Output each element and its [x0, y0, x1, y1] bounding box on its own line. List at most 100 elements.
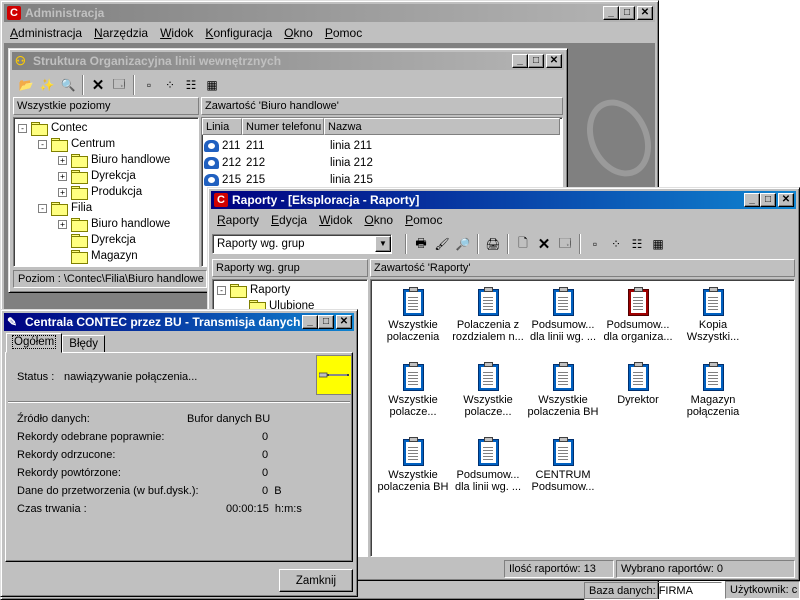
tree-node-filia-biuro-handlowe[interactable]: + Biuro handlowe — [58, 216, 170, 232]
report-label: Podsumow... dla linii wg. ... — [454, 469, 522, 493]
menu-pomoc[interactable]: Pomoc — [399, 213, 448, 227]
report-item[interactable]: Wszystkie polaczenia BH — [523, 361, 603, 418]
transfer-close-button[interactable]: ✕ — [336, 315, 352, 329]
report-item[interactable]: Wszystkie polaczenia BH — [373, 436, 453, 493]
report-clipboard-icon — [402, 286, 424, 316]
struct-close-button[interactable]: ✕ — [546, 54, 562, 68]
report-item[interactable]: Dyrektor — [598, 361, 678, 406]
menu-narzedzia[interactable]: Narzędzia — [88, 26, 154, 40]
tree-node-contec[interactable]: - Contec — [18, 120, 87, 136]
menu-widok[interactable]: Widok — [154, 26, 199, 40]
tree-node-raporty[interactable]: - Raporty — [217, 282, 290, 298]
maximize-button[interactable]: □ — [619, 6, 635, 20]
report-label: Podsumow... dla organiza... — [603, 319, 673, 343]
close-button[interactable]: ✕ — [637, 6, 653, 20]
table-row[interactable]: 212 212 linia 212 — [204, 155, 373, 171]
report-item[interactable]: Magazyn połączenia — [673, 361, 753, 418]
transfer-titlebar[interactable]: ✎ Centrala CONTEC przez BU - Transmisja … — [4, 313, 354, 331]
print-icon[interactable]: 🖨 — [483, 234, 503, 254]
transfer-maximize-button[interactable]: □ — [318, 315, 334, 329]
col-nazwa[interactable]: Nazwa — [324, 118, 560, 135]
phone-icon — [204, 140, 219, 152]
zoom-icon[interactable]: 🔎 — [453, 234, 473, 254]
properties-icon[interactable]: 🗔 — [109, 75, 129, 95]
small-icons-icon[interactable]: ⁘ — [606, 234, 626, 254]
close-dialog-button[interactable]: Zamknij — [279, 569, 353, 592]
tree-node-produkcja[interactable]: + Produkcja — [58, 184, 142, 200]
list-view-icon[interactable]: ☷ — [627, 234, 647, 254]
status-label: Status : — [17, 371, 55, 383]
menu-raporty[interactable]: Raporty — [211, 213, 265, 227]
col-linia[interactable]: Linia — [202, 118, 242, 135]
transfer-tab-panel: Status : nawiązywanie połączenia... Źród… — [5, 352, 353, 562]
connection-anim-icon — [316, 355, 352, 395]
struct-toolbar: 📂 ✨ 🔍 ✕ 🗔 ▫ ⁘ ☷ ▦ — [12, 72, 222, 98]
transfer-row-label: Rekordy powtórzone: — [17, 467, 121, 479]
tree-node-magazyn[interactable]: Magazyn — [71, 248, 138, 264]
reports-close-button[interactable]: ✕ — [778, 193, 794, 207]
delete-icon[interactable]: ✕ — [534, 234, 554, 254]
tree-node-filia-dyrekcja[interactable]: Dyrekcja — [71, 232, 136, 248]
reports-titlebar[interactable]: C Raporty - [Eksploracja - Raporty] _ □ … — [211, 191, 796, 209]
col-numer[interactable]: Numer telefonu — [242, 118, 324, 135]
tree-node-dyrekcja[interactable]: + Dyrekcja — [58, 168, 136, 184]
reports-maximize-button[interactable]: □ — [760, 193, 776, 207]
main-titlebar[interactable]: C Administracja _ □ ✕ — [4, 4, 655, 22]
menu-widok[interactable]: Widok — [313, 213, 358, 227]
menu-administracja[interactable]: Administracja — [4, 26, 88, 40]
minimize-button[interactable]: _ — [603, 6, 619, 20]
report-item[interactable]: Podsumow... dla linii wg. ... — [448, 436, 528, 493]
open-folder-icon[interactable]: 📂 — [16, 75, 36, 95]
tree-node-biuro-handlowe[interactable]: + Biuro handlowe — [58, 152, 170, 168]
tree-node-filia[interactable]: - Filia — [38, 200, 92, 216]
tab-ogolem[interactable]: Ogółem — [6, 333, 63, 353]
struct-titlebar[interactable]: ⚇ Struktura Organizacyjna linii wewnętrz… — [12, 52, 564, 70]
report-item[interactable]: Wszystkie polacze... — [373, 361, 453, 418]
large-icons-icon[interactable]: ▫ — [585, 234, 605, 254]
folder-open-icon — [51, 138, 68, 152]
find-icon[interactable]: 🔍 — [58, 75, 78, 95]
report-clipboard-icon — [627, 286, 649, 316]
status-selected: Wybrano raportów: 0 — [616, 560, 795, 578]
reports-minimize-button[interactable]: _ — [744, 193, 760, 207]
struct-maximize-button[interactable]: □ — [528, 54, 544, 68]
tab-bledy[interactable]: Błędy — [62, 335, 106, 353]
menu-okno[interactable]: Okno — [278, 26, 319, 40]
report-item[interactable]: Podsumow... dla organiza... — [598, 286, 678, 343]
report-item[interactable]: Wszystkie polaczenia — [373, 286, 453, 343]
chevron-down-icon[interactable]: ▼ — [375, 236, 391, 252]
table-row[interactable]: 211 211 linia 211 — [204, 138, 372, 154]
menu-konfiguracja[interactable]: Konfiguracja — [199, 26, 278, 40]
transfer-row-label: Czas trwania : — [17, 503, 87, 515]
report-label: Dyrektor — [617, 394, 659, 406]
report-item[interactable]: Podsumow... dla linii wg. ... — [523, 286, 603, 343]
table-row[interactable]: 215 215 linia 215 — [204, 172, 373, 188]
details-view-icon[interactable]: ▦ — [202, 75, 222, 95]
new-report-icon[interactable]: 🗋 — [513, 234, 533, 254]
menu-okno[interactable]: Okno — [358, 213, 399, 227]
print-preview-icon[interactable]: 🖶 — [411, 234, 431, 254]
report-item[interactable]: Wszystkie polacze... — [448, 361, 528, 418]
delete-icon[interactable]: ✕ — [88, 75, 108, 95]
transfer-title: Centrala CONTEC przez BU - Transmisja da… — [25, 315, 301, 329]
properties-icon[interactable]: 🗔 — [555, 234, 575, 254]
report-item[interactable]: Kopia Wszystki... — [673, 286, 753, 343]
report-clipboard-icon — [402, 436, 424, 466]
report-designer-icon[interactable]: 🖌 — [432, 234, 452, 254]
large-icons-icon[interactable]: ▫ — [139, 75, 159, 95]
list-view-icon[interactable]: ☷ — [181, 75, 201, 95]
menu-pomoc[interactable]: Pomoc — [319, 26, 368, 40]
new-folder-icon[interactable]: ✨ — [37, 75, 57, 95]
menu-edycja[interactable]: Edycja — [265, 213, 313, 227]
small-icons-icon[interactable]: ⁘ — [160, 75, 180, 95]
contec-watermark — [574, 89, 655, 187]
report-item[interactable]: CENTRUM Podsumow... — [523, 436, 603, 493]
transfer-minimize-button[interactable]: _ — [302, 315, 318, 329]
tree-app-icon: ⚇ — [15, 54, 26, 68]
report-item[interactable]: Polaczenia z rozdzialem n... — [448, 286, 528, 343]
report-group-select[interactable]: Raporty wg. grup ▼ — [212, 234, 392, 254]
transfer-row-label: Rekordy odebrane poprawnie: — [17, 431, 165, 443]
struct-minimize-button[interactable]: _ — [512, 54, 528, 68]
tree-node-centrum[interactable]: - Centrum — [38, 136, 115, 152]
details-view-icon[interactable]: ▦ — [648, 234, 668, 254]
